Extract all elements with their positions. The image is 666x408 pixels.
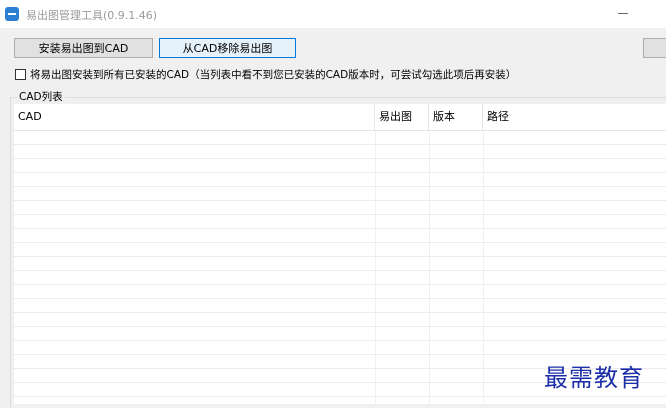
- table-row: [14, 313, 666, 327]
- table-row: [14, 159, 666, 173]
- table-row: [14, 131, 666, 145]
- table-row: [14, 229, 666, 243]
- table-row: [14, 173, 666, 187]
- app-icon: [5, 7, 19, 21]
- main-content: 安装易出图到CAD 从CAD移除易出图 将易出图安装到所有已安装的CAD（当列表…: [0, 28, 666, 408]
- table-row: [14, 341, 666, 355]
- install-button[interactable]: 安装易出图到CAD: [14, 38, 153, 58]
- cad-list-title: CAD列表: [17, 89, 65, 104]
- table-row: [14, 187, 666, 201]
- table-row: [14, 215, 666, 229]
- title-bar: 易出图管理工具(0.9.1.46): [0, 0, 666, 28]
- toolbar-right-button[interactable]: [643, 38, 666, 58]
- install-all-checkbox[interactable]: [15, 68, 26, 80]
- install-all-label: 将易出图安装到所有已安装的CAD（当列表中看不到您已安装的CAD版本时，可尝试勾…: [30, 68, 517, 81]
- column-header-version[interactable]: 版本: [429, 104, 483, 130]
- table-row: [14, 271, 666, 285]
- column-header-cad[interactable]: CAD: [14, 104, 375, 130]
- table-row: [14, 145, 666, 159]
- install-all-option[interactable]: 将易出图安装到所有已安装的CAD（当列表中看不到您已安装的CAD版本时，可尝试勾…: [15, 67, 516, 81]
- column-header-yichutu[interactable]: 易出图: [375, 104, 429, 130]
- table-row: [14, 243, 666, 257]
- table-row: [14, 285, 666, 299]
- minimize-button[interactable]: [618, 13, 628, 14]
- table-row: [14, 257, 666, 271]
- remove-button[interactable]: 从CAD移除易出图: [159, 38, 296, 58]
- watermark: 最需教育: [544, 364, 644, 392]
- window-title: 易出图管理工具(0.9.1.46): [26, 9, 158, 22]
- table-row: [14, 201, 666, 215]
- table-row: [14, 299, 666, 313]
- column-header-path[interactable]: 路径: [483, 104, 666, 130]
- table-row: [14, 327, 666, 341]
- table-header: CAD 易出图 版本 路径: [14, 104, 666, 131]
